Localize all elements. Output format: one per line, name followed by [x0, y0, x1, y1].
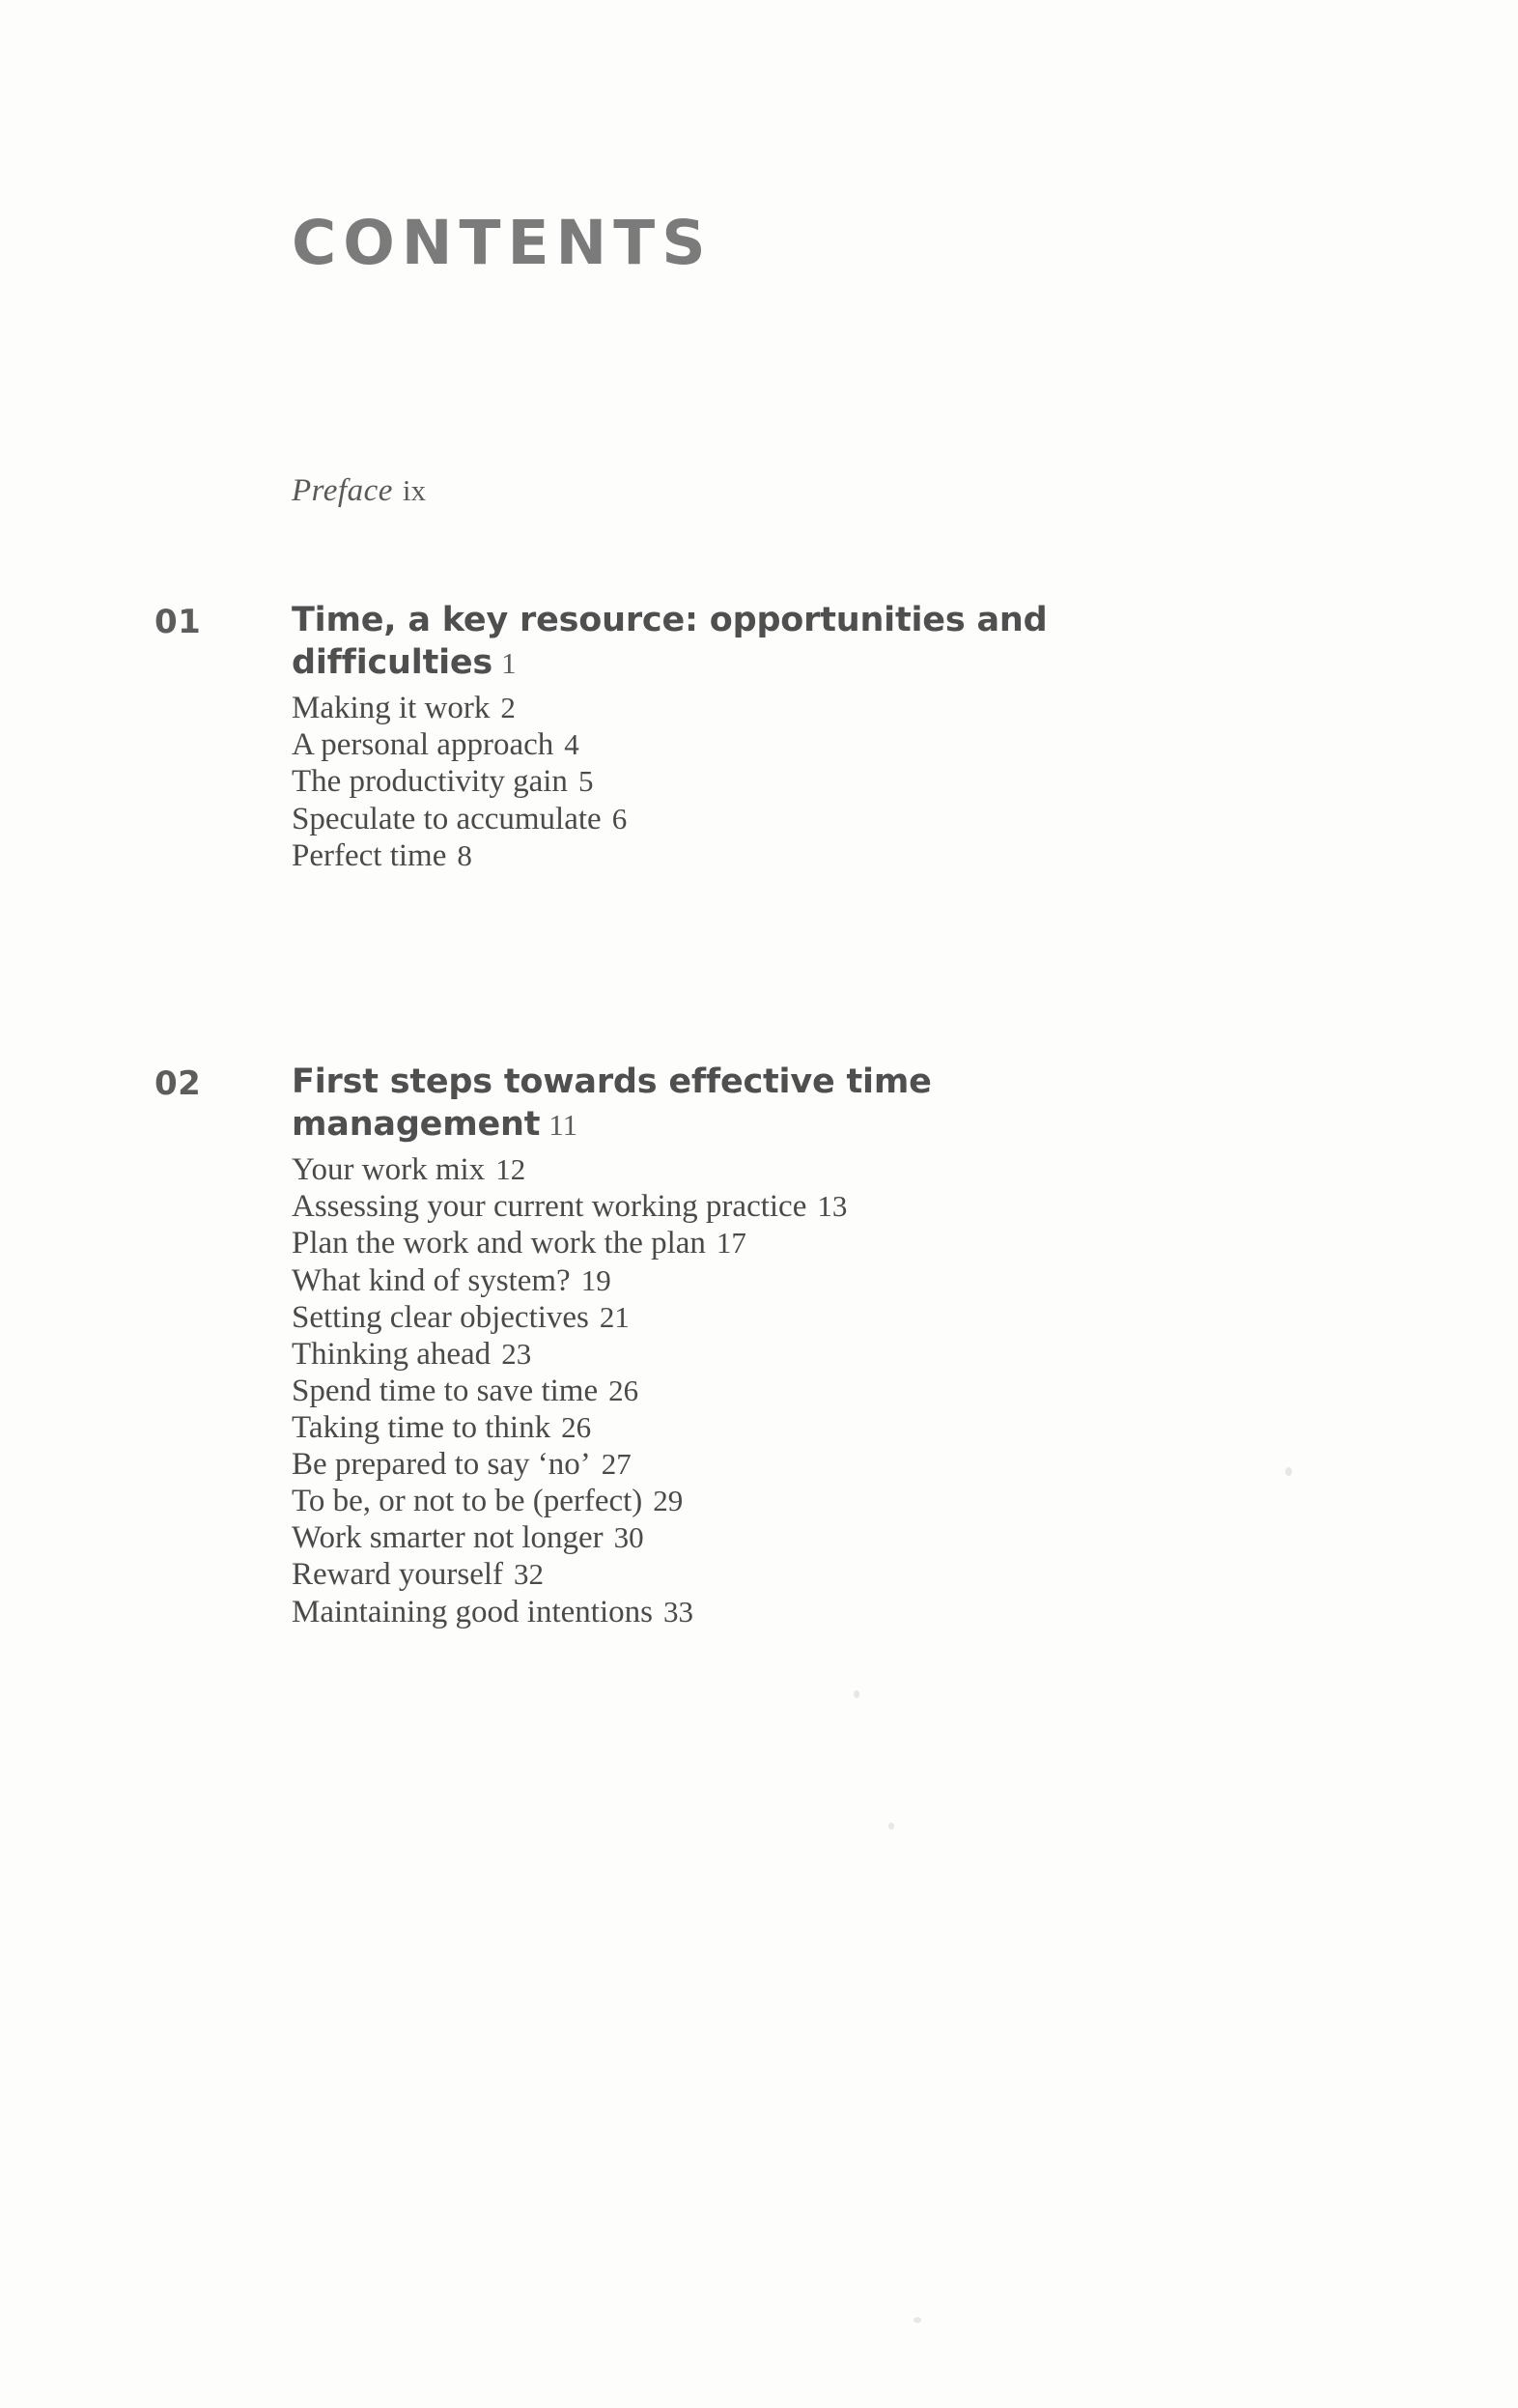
section-page-number: 30 [613, 1520, 644, 1555]
section-label: Reward yourself [292, 1557, 504, 1593]
scan-speckle [854, 1690, 859, 1698]
list-item[interactable]: Taking time to think 26 [292, 1409, 1518, 1446]
section-page-number: 23 [501, 1336, 532, 1371]
list-item[interactable]: Perfect time 8 [292, 837, 1518, 874]
chapter-entry-02: 02 First steps towards effective time ma… [0, 1061, 1518, 1630]
chapter-number-01: 01 [155, 603, 202, 641]
front-matter-entry-preface[interactable]: Preface ix [292, 473, 426, 509]
section-page-number: 19 [580, 1262, 611, 1297]
list-item[interactable]: What kind of system? 19 [292, 1262, 1518, 1299]
section-label: What kind of system? [292, 1262, 571, 1298]
section-page-number: 26 [608, 1373, 639, 1407]
section-page-number: 12 [495, 1152, 526, 1187]
section-label: Assessing your current working practice [292, 1189, 807, 1225]
list-item[interactable]: Setting clear objectives 21 [292, 1299, 1518, 1336]
list-item[interactable]: Work smarter not longer 30 [292, 1519, 1518, 1556]
section-page-number: 29 [653, 1484, 684, 1518]
section-list-02: Your work mix 12 Assessing your current w… [0, 1151, 1518, 1629]
section-label: Plan the work and work the plan [292, 1226, 706, 1261]
chapter-title-02: First steps towards effective time manag… [292, 1061, 1518, 1146]
front-matter-label: Preface [292, 473, 393, 508]
chapter-entry-01: 01 Time, a key resource: opportunities a… [0, 599, 1518, 874]
section-page-number: 27 [601, 1447, 632, 1482]
section-label: Speculate to accumulate [292, 801, 602, 836]
chapter-number-02: 02 [155, 1064, 202, 1103]
front-matter-page-number: ix [402, 473, 427, 507]
section-label: Making it work [292, 691, 491, 726]
list-item[interactable]: To be, or not to be (perfect) 29 [292, 1483, 1518, 1519]
list-item[interactable]: The productivity gain 5 [292, 763, 1518, 800]
chapter-title-text-02: First steps towards effective time manag… [292, 1062, 932, 1145]
list-item[interactable]: Spend time to save time 26 [292, 1373, 1518, 1409]
section-page-number: 8 [457, 837, 472, 872]
section-label: Maintaining good intentions [292, 1594, 653, 1629]
section-label: Setting clear objectives [292, 1299, 589, 1335]
section-page-number: 21 [599, 1299, 630, 1334]
list-item[interactable]: Your work mix 12 [292, 1151, 1518, 1188]
section-page-number: 32 [514, 1557, 545, 1592]
list-item[interactable]: Maintaining good intentions 33 [292, 1594, 1518, 1630]
section-label: Thinking ahead [292, 1336, 492, 1372]
section-label: The productivity gain [292, 764, 568, 800]
section-page-number: 2 [500, 691, 516, 725]
section-label: Spend time to save time [292, 1373, 599, 1408]
page-title: CONTENTS [292, 208, 713, 279]
list-item[interactable]: Plan the work and work the plan 17 [292, 1225, 1518, 1261]
section-page-number: 6 [611, 801, 628, 836]
section-label: A personal approach [292, 727, 554, 763]
section-page-number: 5 [577, 764, 594, 799]
section-label: Taking time to think [292, 1409, 551, 1445]
section-label: Be prepared to say ‘no’ [292, 1447, 591, 1483]
list-item[interactable]: Thinking ahead 23 [292, 1336, 1518, 1373]
chapter-heading-01[interactable]: 01 Time, a key resource: opportunities a… [0, 599, 1518, 684]
scan-speckle [914, 2317, 921, 2323]
section-page-number: 17 [716, 1226, 746, 1261]
section-list-01: Making it work 2 A personal approach 4 The… [0, 690, 1518, 874]
list-item[interactable]: Speculate to accumulate 6 [292, 801, 1518, 837]
list-item[interactable]: Making it work 2 [292, 690, 1518, 726]
chapter-page-number-01: 1 [501, 646, 517, 681]
section-label: Your work mix [292, 1152, 486, 1188]
section-page-number: 4 [564, 727, 579, 762]
chapter-title-text-01: Time, a key resource: opportunities and … [292, 601, 1048, 683]
list-item[interactable]: A personal approach 4 [292, 726, 1518, 763]
list-item[interactable]: Assessing your current working practice 1… [292, 1188, 1518, 1225]
section-page-number: 26 [561, 1409, 592, 1444]
section-label: To be, or not to be (perfect) [292, 1484, 643, 1519]
scan-speckle [888, 1823, 894, 1829]
chapter-page-number-02: 11 [548, 1108, 578, 1143]
list-item[interactable]: Be prepared to say ‘no’ 27 [292, 1446, 1518, 1483]
document-page: CONTENTS Preface ix 01 Time, a key resour… [0, 0, 1518, 2408]
chapter-heading-02[interactable]: 02 First steps towards effective time ma… [0, 1061, 1518, 1146]
section-page-number: 33 [662, 1594, 693, 1629]
list-item[interactable]: Reward yourself 32 [292, 1556, 1518, 1593]
section-page-number: 13 [817, 1189, 848, 1224]
section-label: Perfect time [292, 837, 447, 873]
section-label: Work smarter not longer [292, 1520, 604, 1556]
chapter-title-01: Time, a key resource: opportunities and … [292, 599, 1518, 684]
